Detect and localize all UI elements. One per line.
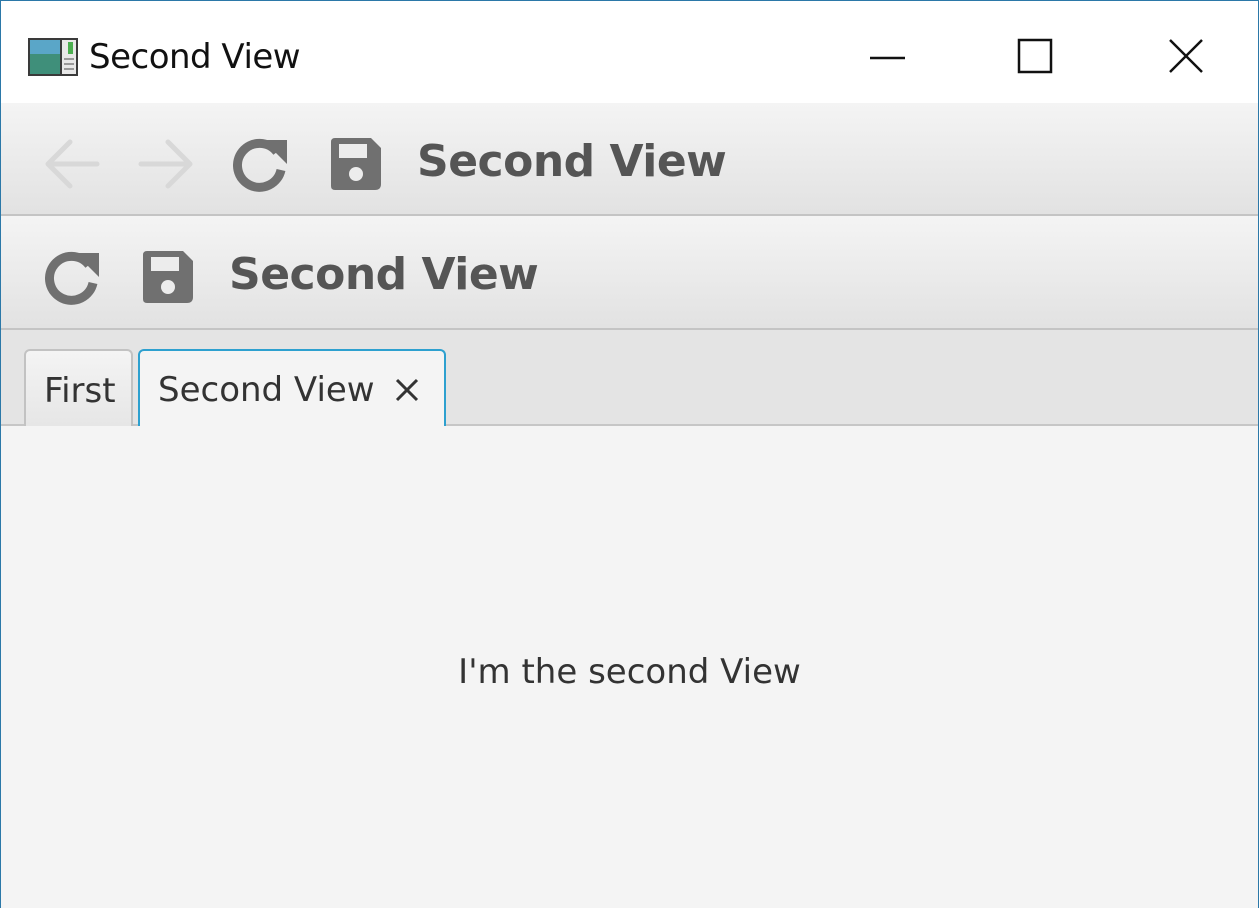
- application-window: Second View Second View Second View Firs…: [0, 0, 1259, 908]
- maximize-button[interactable]: [989, 21, 1079, 91]
- tab-label: First: [44, 371, 116, 411]
- tab-strip: First Second View: [1, 330, 1258, 428]
- tab-second-view[interactable]: Second View: [138, 349, 446, 428]
- maximize-icon: [1017, 38, 1053, 74]
- minimize-button[interactable]: [843, 21, 933, 91]
- app-icon: [28, 38, 78, 76]
- tab-close-icon[interactable]: [392, 375, 422, 405]
- tab-first[interactable]: First: [24, 349, 133, 426]
- content-label: I'm the second View: [458, 652, 801, 692]
- save-icon[interactable]: [327, 136, 383, 192]
- toolbar-title: Second View: [417, 136, 727, 187]
- toolbar-title: Second View: [229, 249, 539, 300]
- window-title: Second View: [89, 37, 301, 77]
- close-window-button[interactable]: [1141, 21, 1231, 91]
- refresh-icon[interactable]: [45, 249, 101, 305]
- tab-label: Second View: [158, 370, 375, 410]
- secondary-toolbar: Second View: [1, 216, 1258, 330]
- save-icon[interactable]: [139, 249, 195, 305]
- navigation-toolbar: Second View: [1, 103, 1258, 216]
- close-icon: [1169, 39, 1203, 73]
- back-arrow-icon[interactable]: [43, 136, 101, 192]
- refresh-icon[interactable]: [233, 136, 289, 192]
- minimize-icon: [870, 56, 905, 60]
- forward-arrow-icon[interactable]: [137, 136, 195, 192]
- tab-content-area: I'm the second View: [1, 426, 1258, 908]
- title-bar[interactable]: Second View: [1, 1, 1258, 103]
